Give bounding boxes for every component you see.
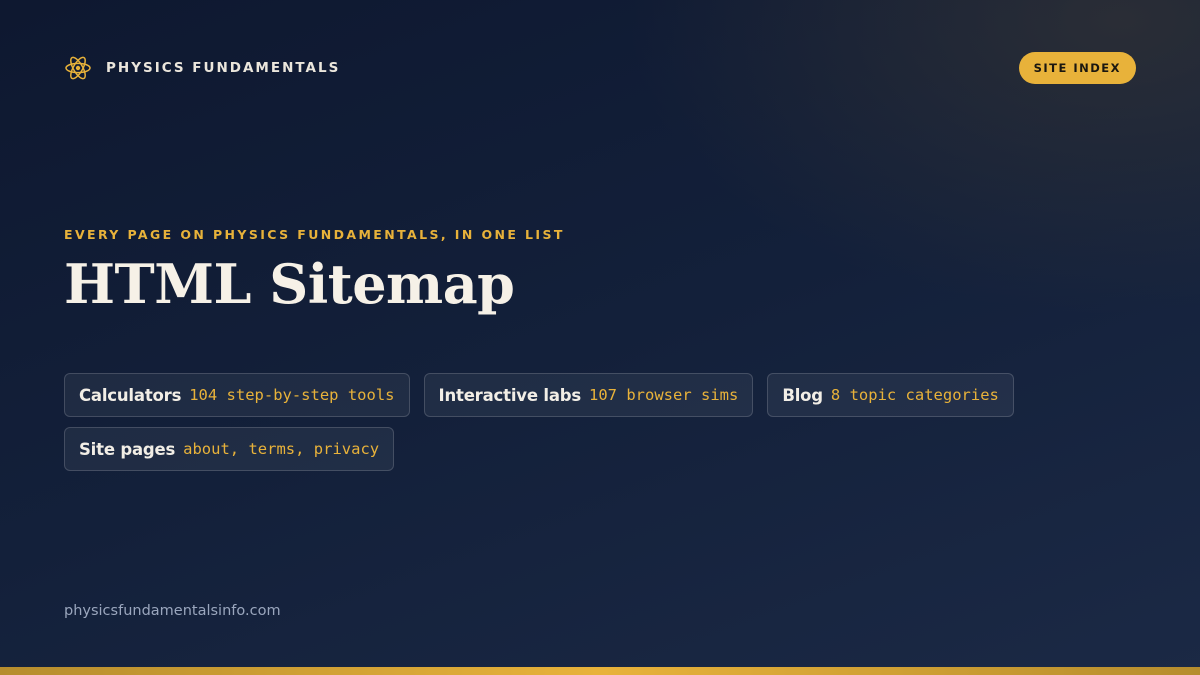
chip-detail: about, terms, privacy [183, 440, 380, 458]
chip-label: Blog [782, 385, 823, 405]
atom-icon [64, 54, 92, 82]
chip-label: Calculators [79, 385, 182, 405]
chip-label: Interactive labs [438, 385, 582, 405]
chip-detail: 104 step-by-step tools [189, 386, 395, 404]
footer-url-link[interactable]: physicsfundamentalsinfo.com [64, 603, 281, 619]
site-index-badge[interactable]: SITE INDEX [1018, 52, 1136, 84]
chip-blog[interactable]: Blog 8 topic categories [767, 373, 1014, 417]
brand-name: PHYSICS FUNDAMENTALS [106, 60, 341, 76]
brand[interactable]: PHYSICS FUNDAMENTALS [64, 54, 340, 82]
chip-interactive-labs[interactable]: Interactive labs 107 browser sims [423, 373, 754, 417]
section-chips: Calculators 104 step-by-step tools Inter… [64, 373, 1104, 471]
chip-site-pages[interactable]: Site pages about, terms, privacy [64, 427, 395, 471]
page-title: HTML Sitemap [64, 252, 515, 316]
accent-bar [0, 667, 1200, 675]
chip-label: Site pages [79, 439, 176, 459]
chip-detail: 8 topic categories [830, 386, 999, 404]
chip-calculators[interactable]: Calculators 104 step-by-step tools [64, 373, 410, 417]
eyebrow-text: EVERY PAGE ON PHYSICS FUNDAMENTALS, IN O… [64, 227, 565, 242]
chip-detail: 107 browser sims [589, 386, 739, 404]
